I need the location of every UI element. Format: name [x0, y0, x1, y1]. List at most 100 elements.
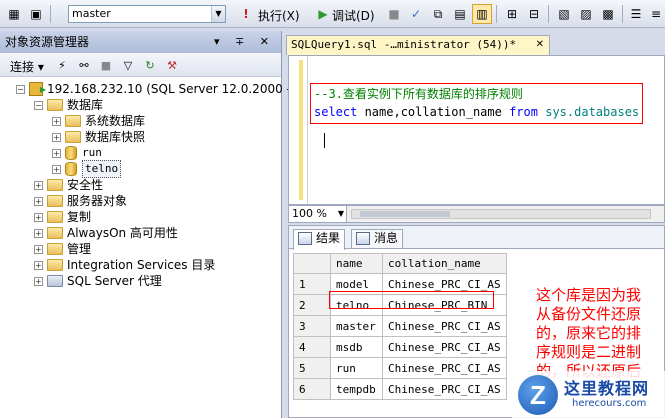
- filter-icon[interactable]: ▽: [120, 57, 136, 73]
- node-label: 服务器对象: [67, 194, 128, 208]
- folder-icon: [47, 259, 63, 271]
- tree-node-server-objects[interactable]: + 服务器对象: [34, 193, 127, 209]
- tab-results-label: 结果: [316, 231, 341, 245]
- object-explorer-toolbar: 连接 ▾ ⚡ ⚯ ■ ▽ ↻ ⚒: [0, 53, 281, 77]
- tree-node-replication[interactable]: + 复制: [34, 209, 91, 225]
- stop-icon[interactable]: ■: [384, 4, 404, 24]
- collapse-icon[interactable]: −: [34, 100, 43, 110]
- folder-icon: [47, 195, 63, 207]
- cell-collation[interactable]: Chinese_PRC_CI_AS: [382, 315, 507, 337]
- watermark-url: herecours.com: [572, 398, 647, 409]
- parse-icon[interactable]: ✓: [406, 4, 426, 24]
- panel-controls[interactable]: ▾ ∓ ✕: [214, 31, 275, 53]
- node-label: 数据库: [67, 98, 104, 112]
- tree-node-databases[interactable]: − 数据库: [34, 97, 103, 113]
- expand-icon[interactable]: +: [34, 180, 43, 190]
- site-logo: Z: [518, 375, 558, 415]
- include-plan-icon[interactable]: ⊞: [502, 4, 522, 24]
- activity-monitor-icon[interactable]: ⚒: [164, 57, 180, 73]
- results-to-text-icon[interactable]: ▧: [554, 4, 574, 24]
- tree-node-telno[interactable]: + telno: [52, 160, 122, 178]
- query-editor[interactable]: --3.查看实例下所有数据库的排序规则 select name,collatio…: [288, 55, 665, 205]
- chevron-down-icon: ▼: [337, 209, 344, 218]
- tree-node-sql-agent[interactable]: + SQL Server 代理: [34, 273, 162, 289]
- watermark: Z 这里教程网 herecours.com: [512, 371, 665, 418]
- close-icon[interactable]: ✕: [536, 36, 544, 54]
- cell-name[interactable]: tempdb: [330, 378, 383, 400]
- table-row[interactable]: 5 run Chinese_PRC_CI_AS: [293, 357, 507, 379]
- server-icon: [29, 82, 46, 98]
- expand-icon[interactable]: +: [34, 228, 43, 238]
- results-to-grid-icon[interactable]: ▥: [472, 4, 492, 24]
- editor-tab-bar: SQLQuery1.sql -…ministrator (54))* ✕: [284, 33, 665, 55]
- tab-sqlquery1[interactable]: SQLQuery1.sql -…ministrator (54))* ✕: [286, 35, 550, 55]
- execute-button[interactable]: 执行(X): [258, 7, 300, 24]
- expand-icon[interactable]: +: [34, 212, 43, 222]
- editor-status-bar: 100 % ▼: [288, 205, 665, 223]
- column-header-name[interactable]: name: [330, 253, 383, 274]
- comment-lines-icon[interactable]: ☰: [626, 4, 646, 24]
- tab-messages[interactable]: 消息: [351, 229, 404, 248]
- node-label: Integration Services 目录: [67, 258, 216, 272]
- uncomment-lines-icon[interactable]: ≡: [646, 4, 665, 24]
- column-header-collation[interactable]: collation_name: [382, 253, 507, 274]
- cell-collation[interactable]: Chinese_PRC_CI_AS: [382, 336, 507, 358]
- tab-results[interactable]: 结果: [293, 229, 346, 250]
- node-label: 复制: [67, 210, 92, 224]
- results-to-pane-icon[interactable]: ▩: [598, 4, 618, 24]
- refresh-icon[interactable]: ↻: [142, 57, 158, 73]
- db-engine-query-icon[interactable]: ▣: [26, 4, 46, 24]
- stop-icon[interactable]: ■: [98, 57, 114, 73]
- collapse-icon[interactable]: −: [16, 84, 25, 94]
- results-to-file-icon[interactable]: ▨: [576, 4, 596, 24]
- tree-node-system-databases[interactable]: + 系统数据库: [52, 113, 145, 129]
- query-designer-icon[interactable]: ▤: [450, 4, 470, 24]
- cell-collation[interactable]: Chinese_PRC_CI_AS: [382, 378, 507, 400]
- expand-icon[interactable]: +: [34, 196, 43, 206]
- expand-icon[interactable]: +: [52, 132, 61, 142]
- node-label: 安全性: [67, 178, 104, 192]
- table-row[interactable]: 3 master Chinese_PRC_CI_AS: [293, 315, 507, 337]
- highlight-box: [310, 83, 643, 124]
- expand-icon[interactable]: +: [34, 276, 43, 286]
- new-query-icon[interactable]: ▦: [4, 4, 24, 24]
- cell-name[interactable]: run: [330, 357, 383, 379]
- play-icon: ▶: [318, 7, 328, 21]
- row-number: 3: [293, 315, 331, 337]
- server-label: 192.168.232.10 (SQL Server 12.0.2000 -: [47, 82, 291, 96]
- grid-icon: [298, 232, 312, 245]
- editor-gutter: [289, 56, 308, 204]
- cell-collation[interactable]: Chinese_PRC_CI_AS: [382, 357, 507, 379]
- expand-icon[interactable]: +: [52, 164, 61, 174]
- cell-name[interactable]: master: [330, 315, 383, 337]
- horizontal-scrollbar[interactable]: [351, 209, 651, 219]
- results-tab-bar: 结果 消息: [289, 226, 664, 250]
- database-selector[interactable]: master ▼: [68, 5, 226, 23]
- object-explorer-title-bar: 对象资源管理器 ▾ ∓ ✕: [0, 31, 281, 53]
- expand-icon[interactable]: +: [52, 148, 61, 158]
- tree-node-security[interactable]: + 安全性: [34, 177, 103, 193]
- expand-icon[interactable]: +: [34, 244, 43, 254]
- connect-button[interactable]: 连接 ▾: [10, 58, 44, 75]
- tree-node-server[interactable]: − 192.168.232.10 (SQL Server 12.0.2000 -: [16, 81, 291, 98]
- connect-icon[interactable]: ⚡: [54, 57, 70, 73]
- zoom-selector[interactable]: 100 % ▼: [289, 206, 347, 222]
- tree-node-snapshots[interactable]: + 数据库快照: [52, 129, 145, 145]
- zoom-value: 100 %: [292, 207, 327, 220]
- expand-icon[interactable]: +: [52, 116, 61, 126]
- tree-node-management[interactable]: + 管理: [34, 241, 91, 257]
- tree-node-run[interactable]: + run: [52, 145, 102, 161]
- debug-button[interactable]: 调试(D): [332, 7, 375, 24]
- scrollbar-thumb[interactable]: [360, 211, 450, 217]
- tree-node-alwayson[interactable]: + AlwaysOn 高可用性: [34, 225, 178, 241]
- table-row[interactable]: 6 tempdb Chinese_PRC_CI_AS: [293, 378, 507, 400]
- tree-node-integration-services[interactable]: + Integration Services 目录: [34, 257, 215, 273]
- expand-icon[interactable]: +: [34, 260, 43, 270]
- display-plan-icon[interactable]: ⧉: [428, 4, 448, 24]
- disconnect-icon[interactable]: ⚯: [76, 57, 92, 73]
- node-label: SQL Server 代理: [67, 274, 162, 288]
- table-row[interactable]: 4 msdb Chinese_PRC_CI_AS: [293, 336, 507, 358]
- client-stats-icon[interactable]: ⊟: [524, 4, 544, 24]
- cell-name[interactable]: msdb: [330, 336, 383, 358]
- grid-header-row: name collation_name: [293, 253, 507, 274]
